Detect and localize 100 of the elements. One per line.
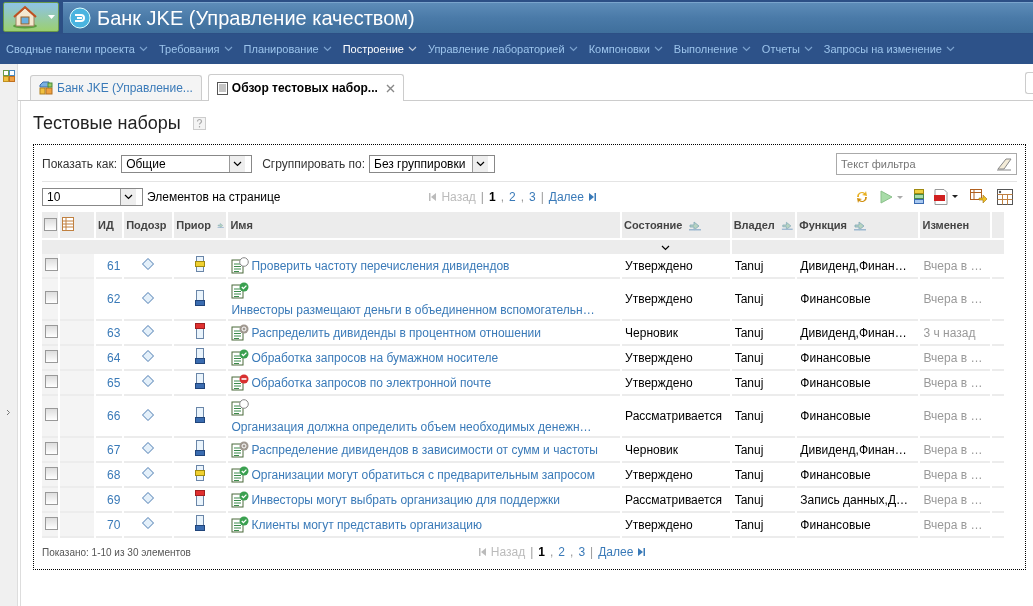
- row-checkbox[interactable]: [45, 257, 58, 271]
- test-suite-link[interactable]: Распределение дивидендов в зависимости от сумм и частоты: [251, 442, 598, 457]
- expand-icon[interactable]: [6, 409, 11, 416]
- modified-cell: Вчера в …: [923, 467, 983, 482]
- test-suite-link[interactable]: Организации могут обратиться с предварительным запросом: [251, 467, 595, 482]
- nav-menu[interactable]: Планирование: [243, 43, 332, 55]
- test-suite-link[interactable]: Распределить дивиденды в процентном отношении: [251, 325, 541, 340]
- column-header[interactable]: Функция: [799, 219, 847, 231]
- row-checkbox[interactable]: [45, 408, 58, 421]
- run-icon[interactable]: [880, 190, 904, 204]
- id-link[interactable]: 64: [99, 350, 121, 365]
- row-checkbox[interactable]: [45, 491, 58, 505]
- id-link[interactable]: 67: [99, 442, 121, 457]
- modified-cell: Вчера в …: [923, 375, 983, 390]
- function-cell: Дивиденд,Финан…: [800, 442, 907, 457]
- id-link[interactable]: 70: [99, 517, 121, 532]
- tab[interactable]: Обзор тестовых набор...: [207, 74, 404, 101]
- nav-menu[interactable]: Управление лабораторией: [427, 43, 578, 55]
- close-icon[interactable]: [385, 83, 395, 93]
- eraser-icon[interactable]: [996, 157, 1012, 171]
- nav-menu[interactable]: Запросы на изменение: [823, 43, 955, 55]
- sort-icon[interactable]: [852, 219, 867, 231]
- caret-icon: [223, 46, 233, 52]
- refresh-icon[interactable]: [854, 189, 870, 205]
- separator: |: [480, 190, 484, 204]
- pdf-icon[interactable]: [934, 189, 960, 205]
- id-link[interactable]: 65: [99, 375, 121, 390]
- function-cell: Финансовые: [800, 375, 871, 390]
- id-link[interactable]: 63: [99, 325, 121, 340]
- sort-icon[interactable]: [780, 219, 794, 231]
- dropdown-caret-icon: [124, 194, 133, 200]
- test-suite-link[interactable]: Проверить частоту перечисления дивидендов: [251, 258, 510, 273]
- id-link[interactable]: 61: [99, 258, 121, 273]
- home-button[interactable]: [3, 2, 59, 32]
- state-cell: Утверждено: [625, 350, 693, 365]
- row-checkbox[interactable]: [45, 324, 58, 338]
- test-suite-link[interactable]: Инвесторы могут выбрать организацию для поддержки: [251, 492, 561, 507]
- rows-icon[interactable]: [914, 189, 924, 205]
- filter-field[interactable]: Текст фильтра: [836, 153, 1017, 175]
- nav-menu[interactable]: Требования: [158, 43, 233, 55]
- next-link[interactable]: Далее: [598, 545, 634, 559]
- diamond-icon: [142, 325, 155, 337]
- select-all-checkbox[interactable]: [44, 217, 57, 231]
- nav-menu[interactable]: Сводные панели проекта: [6, 43, 148, 55]
- group-by-dropdown[interactable]: Без группировки: [369, 155, 495, 173]
- nav-menu[interactable]: Выполнение: [673, 43, 751, 55]
- column-header[interactable]: Имя: [230, 219, 253, 231]
- help-icon[interactable]: [192, 117, 206, 130]
- show-as-dropdown[interactable]: Общие: [121, 155, 253, 173]
- state-cell: Рассматривается: [625, 409, 722, 423]
- column-chooser-icon[interactable]: [61, 217, 74, 231]
- page-link[interactable]: 3: [529, 190, 536, 204]
- page-link[interactable]: 2: [508, 190, 516, 204]
- row-checkbox[interactable]: [45, 441, 58, 455]
- tab[interactable]: Банк JKE (Управление...: [30, 75, 202, 100]
- last-page-icon[interactable]: [588, 193, 596, 201]
- grid-icon[interactable]: [2, 70, 15, 82]
- page-link[interactable]: 1: [488, 190, 496, 204]
- state-cell: Утверждено: [625, 258, 693, 273]
- id-link[interactable]: 62: [99, 292, 121, 306]
- caret-icon: [741, 46, 751, 52]
- last-page-icon[interactable]: [638, 548, 646, 556]
- owner-cell: Tanuj: [734, 517, 764, 532]
- page-size-dropdown[interactable]: 10: [42, 188, 143, 206]
- row-checkbox[interactable]: [45, 466, 58, 480]
- owner-cell: Tanuj: [734, 492, 764, 507]
- test-suite-link[interactable]: Инвесторы размещают деньги в объединенном вспомогательн…: [231, 303, 595, 317]
- id-link[interactable]: 69: [99, 492, 121, 507]
- page-link[interactable]: 2: [558, 545, 566, 559]
- caret-icon: [138, 46, 148, 52]
- row-checkbox[interactable]: [45, 291, 58, 304]
- caret-icon: [407, 46, 417, 52]
- tab-list-button[interactable]: [1025, 72, 1033, 94]
- separator: ,: [570, 545, 574, 559]
- test-suite-link[interactable]: Организация должна определить объем необходимых денежн…: [231, 420, 592, 434]
- page-title: Тестовые наборы: [33, 113, 181, 134]
- nav-menu[interactable]: Построение: [342, 43, 417, 55]
- id-link[interactable]: 68: [99, 467, 121, 482]
- page-link[interactable]: 1: [538, 545, 545, 559]
- test-suite-link[interactable]: Обработка запросов по электронной почте: [251, 375, 492, 390]
- owner-cell: Tanuj: [734, 258, 764, 273]
- row-checkbox[interactable]: [45, 349, 58, 363]
- first-page-icon: [478, 548, 486, 556]
- test-suite-link[interactable]: Клиенты могут представить организацию: [251, 517, 482, 532]
- export-icon[interactable]: [970, 189, 987, 205]
- nav-menu[interactable]: Отчеты: [761, 43, 813, 55]
- page-link[interactable]: 3: [578, 545, 586, 559]
- test-suite-link[interactable]: Обработка запросов на бумажном носителе: [251, 350, 499, 365]
- modified-cell: 3 ч назад: [923, 325, 976, 340]
- state-cell: Черновик: [625, 442, 679, 457]
- nav-menu[interactable]: Компоновки: [588, 43, 663, 55]
- modified-cell: Вчера в …: [923, 517, 983, 532]
- state-cell: Утверждено: [625, 467, 693, 482]
- sort-icon[interactable]: [688, 219, 703, 231]
- id-link[interactable]: 66: [99, 409, 121, 423]
- caret-icon: [653, 46, 663, 52]
- row-checkbox[interactable]: [45, 516, 58, 530]
- next-link[interactable]: Далее: [548, 190, 584, 204]
- columns-icon[interactable]: [997, 189, 1013, 205]
- row-checkbox[interactable]: [45, 374, 58, 388]
